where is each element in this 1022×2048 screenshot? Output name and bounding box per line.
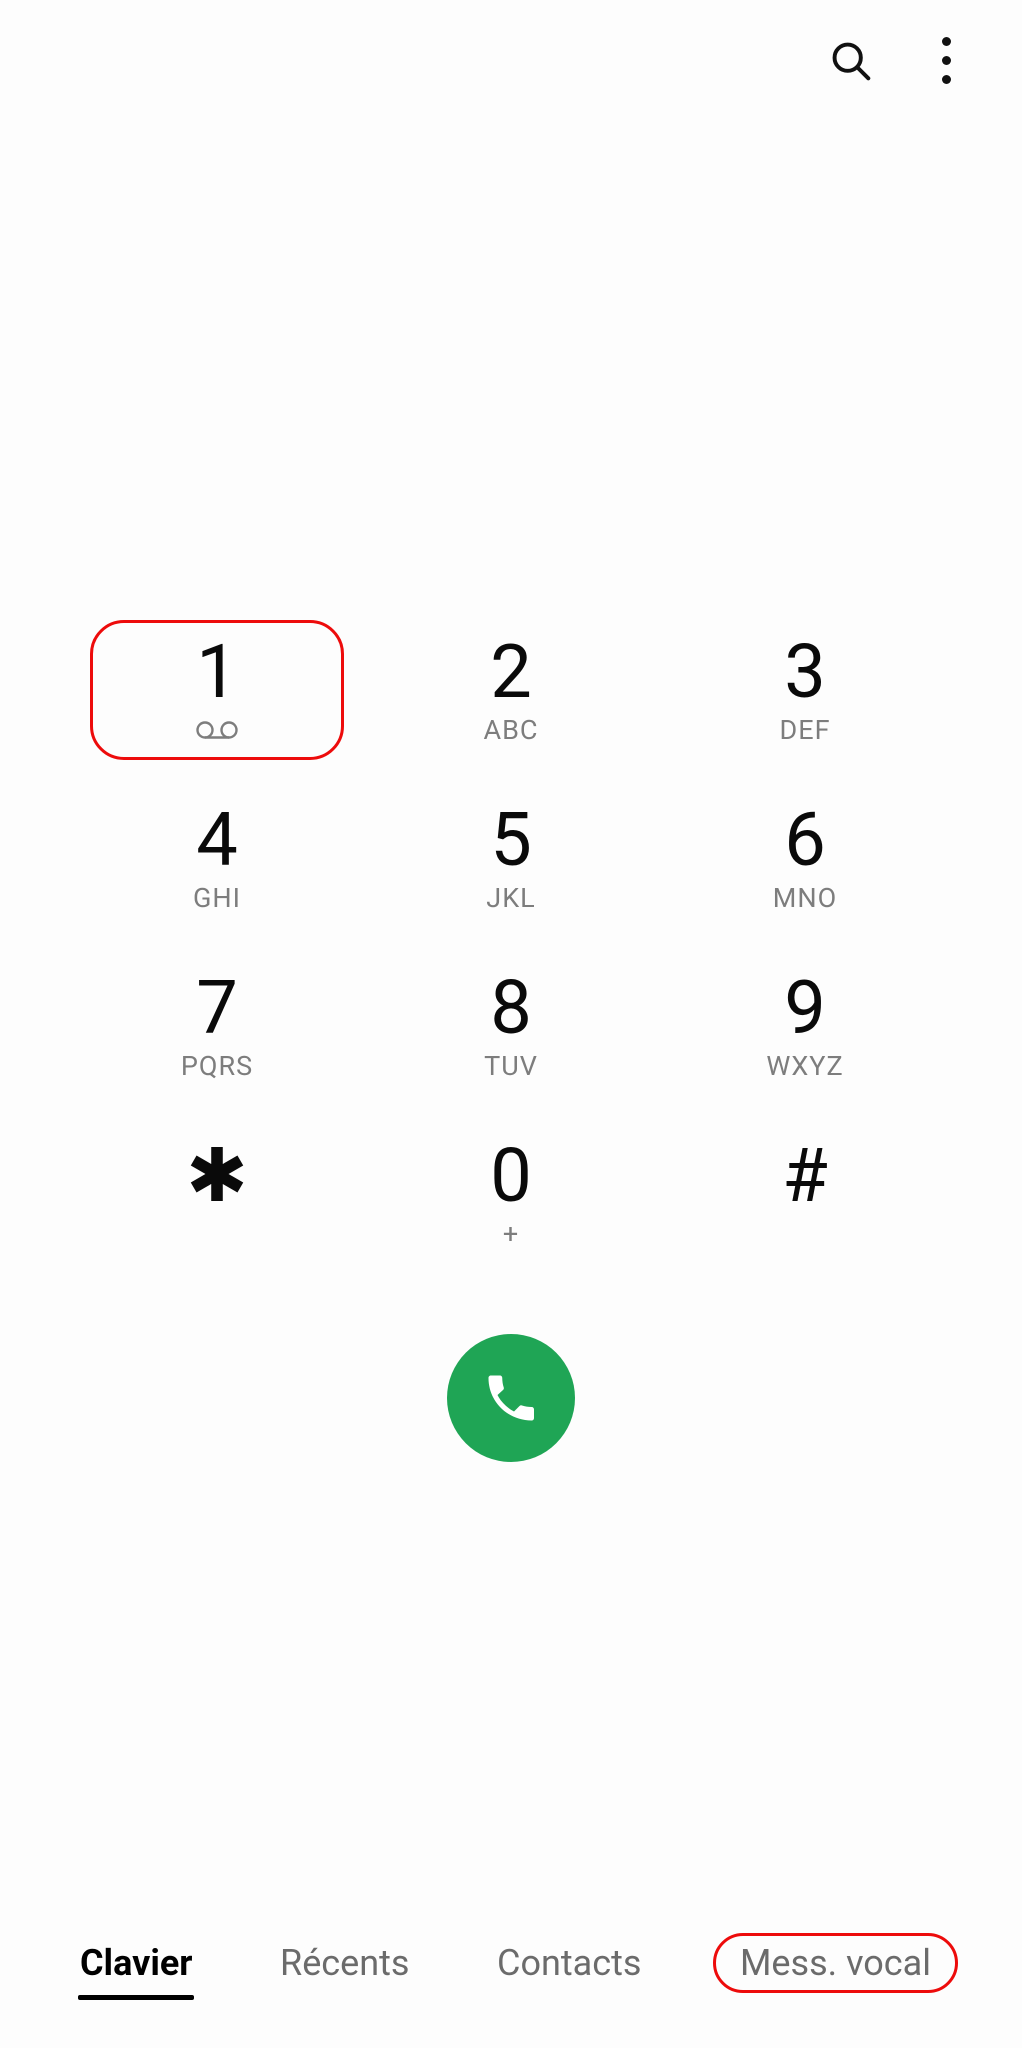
key-digit: 7: [196, 972, 238, 1046]
key-hash[interactable]: #: [678, 1124, 932, 1264]
key-sublabel: ABC: [483, 716, 538, 744]
key-digit: 0: [490, 1140, 532, 1214]
more-icon[interactable]: [918, 32, 974, 88]
key-8[interactable]: 8 TUV: [384, 956, 638, 1096]
tab-voicemail[interactable]: Mess. vocal: [713, 1933, 958, 1993]
bottom-tabs: Clavier Récents Contacts Mess. vocal: [0, 1918, 1022, 2048]
key-digit: 2: [490, 636, 532, 710]
key-digit: 6: [784, 804, 826, 878]
key-digit: 9: [784, 972, 826, 1046]
call-row: [0, 1264, 1022, 1522]
call-button[interactable]: [447, 1334, 575, 1462]
key-1[interactable]: 1: [90, 620, 344, 760]
key-9[interactable]: 9 WXYZ: [678, 956, 932, 1096]
key-6[interactable]: 6 MNO: [678, 788, 932, 928]
key-sublabel: JKL: [486, 884, 535, 912]
key-digit: 8: [490, 972, 532, 1046]
key-digit: #: [782, 1140, 828, 1214]
key-sublabel: GHI: [193, 884, 241, 912]
tab-contacts[interactable]: Contacts: [481, 1936, 657, 1990]
key-7[interactable]: 7 PQRS: [90, 956, 344, 1096]
keypad: 12ABC3DEF4GHI5JKL6MNO7PQRS8TUV9WXYZ✱0+#: [0, 620, 1022, 1264]
key-star[interactable]: ✱: [90, 1124, 344, 1264]
key-digit: ✱: [186, 1140, 248, 1214]
key-2[interactable]: 2 ABC: [384, 620, 638, 760]
key-digit: 5: [490, 804, 532, 878]
tab-recents[interactable]: Récents: [264, 1936, 425, 1990]
key-4[interactable]: 4 GHI: [90, 788, 344, 928]
key-sublabel: DEF: [780, 716, 831, 744]
key-3[interactable]: 3 DEF: [678, 620, 932, 760]
key-sublabel: +: [503, 1220, 519, 1248]
number-display: [0, 120, 1022, 620]
key-digit: 3: [784, 636, 826, 710]
key-digit: 1: [196, 636, 238, 710]
voicemail-icon: [195, 716, 239, 744]
phone-icon: [481, 1368, 541, 1428]
key-sublabel: MNO: [773, 884, 837, 912]
search-icon[interactable]: [822, 32, 878, 88]
key-digit: 4: [196, 804, 238, 878]
tab-keypad[interactable]: Clavier: [64, 1936, 208, 1990]
key-0[interactable]: 0+: [384, 1124, 638, 1264]
key-sublabel: WXYZ: [766, 1052, 843, 1080]
key-sublabel: PQRS: [181, 1052, 253, 1080]
key-sublabel: TUV: [484, 1052, 538, 1080]
top-bar: [0, 0, 1022, 120]
key-5[interactable]: 5 JKL: [384, 788, 638, 928]
